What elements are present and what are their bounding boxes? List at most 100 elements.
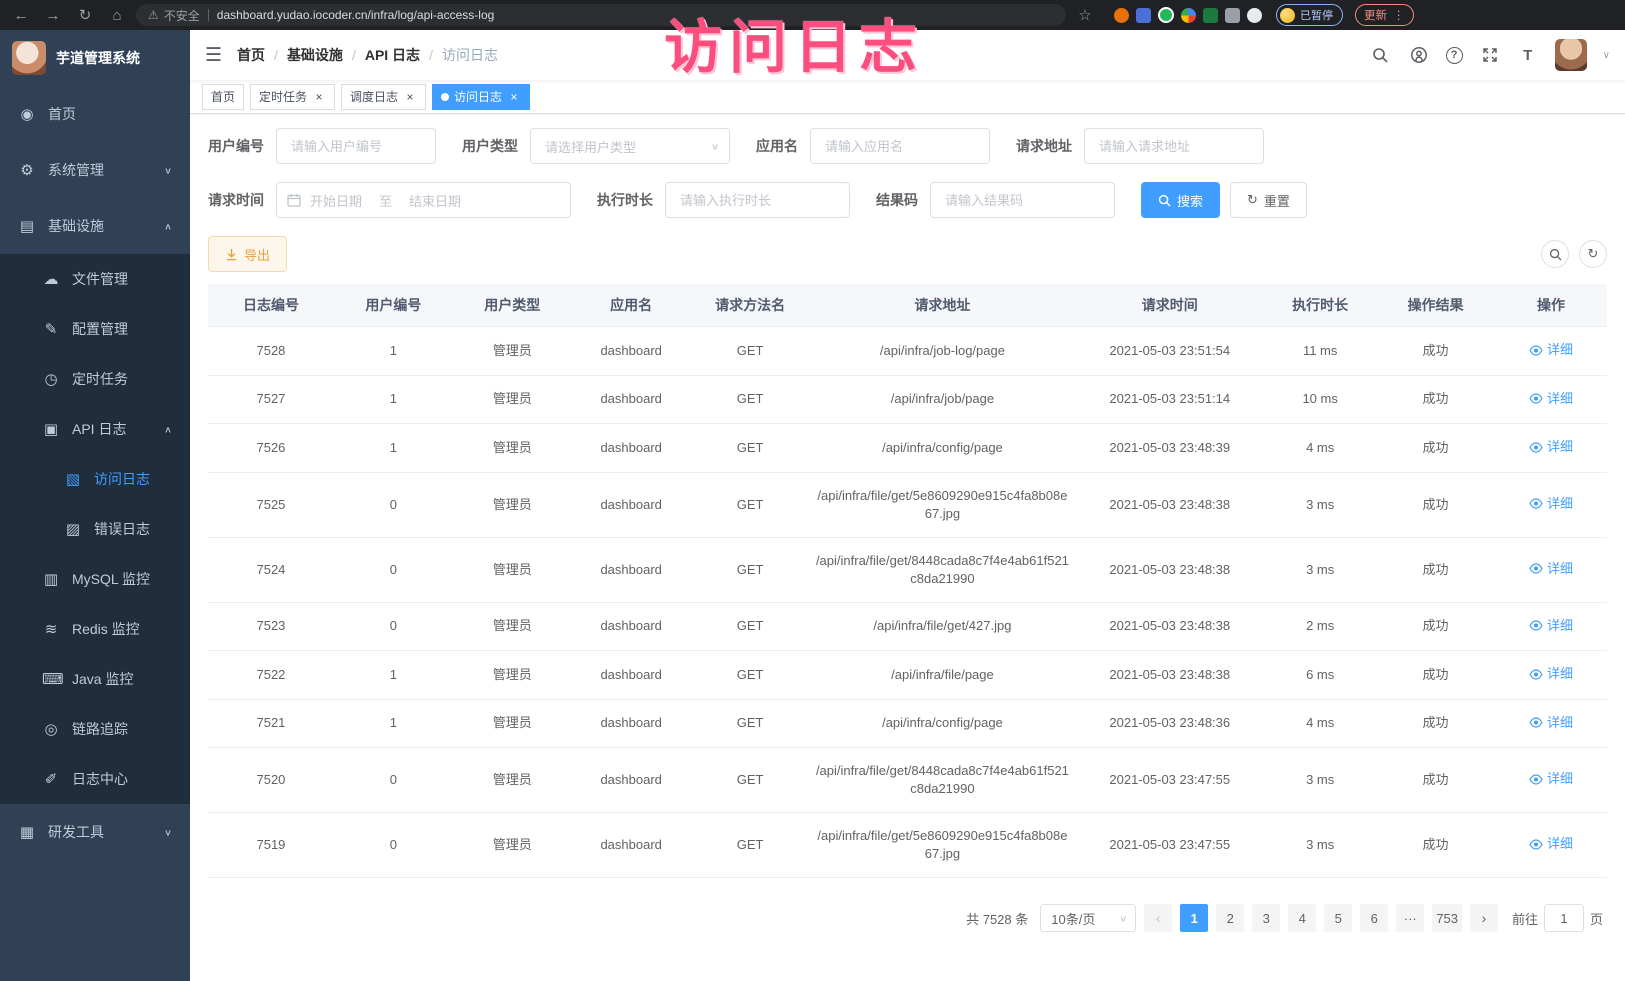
page-number-button[interactable]: ··· [1396,904,1424,932]
table-row: 7519 0 管理员 dashboard GET /api/infra/file… [208,813,1607,878]
extension-icon-green-circle[interactable] [1158,7,1174,23]
sidebar-item-label: 基础设施 [48,216,104,236]
sidebar-logo-row: 芋道管理系统 [0,30,190,86]
extension-icon-light[interactable] [1247,8,1262,23]
sidebar-menu-item[interactable]: ⚙ 系统管理 ∨ [0,142,190,198]
breadcrumb-item[interactable]: API 日志 [365,45,420,65]
cell-request-time: 2021-05-03 23:48:36 [1075,699,1264,748]
sidebar-menu-item[interactable]: ≋ Redis 监控 [0,604,190,654]
detail-link[interactable]: 详细 [1529,665,1573,683]
detail-link[interactable]: 详细 [1529,495,1573,513]
browser-reload-icon[interactable]: ↻ [72,4,98,26]
sidebar-item-label: 日志中心 [72,769,128,789]
security-warning[interactable]: ⚠ 不安全 [148,7,200,24]
bookmark-star-icon[interactable]: ☆ [1072,4,1098,26]
tracing-icon: ◎ [42,720,60,738]
page-number-button[interactable]: 2 [1216,904,1244,932]
tab-close-icon[interactable]: × [312,90,326,104]
sidebar-menu-item[interactable]: ▤ 基础设施 ∧ [0,198,190,254]
sidebar-menu-item[interactable]: ▧ 访问日志 [0,454,190,504]
page-size-select[interactable]: 10条/页 ∨ [1040,904,1136,932]
page-number-button[interactable]: 5 [1324,904,1352,932]
export-button[interactable]: 导出 [208,236,287,272]
sidebar-menu-item[interactable]: ▥ MySQL 监控 [0,554,190,604]
app-name-input[interactable] [810,128,990,164]
extension-icon-orange[interactable] [1114,8,1129,23]
view-tab[interactable]: 访问日志 × [432,84,530,110]
select-caret-icon: ∨ [1119,913,1127,923]
cell-duration: 3 ms [1264,748,1376,813]
page-number-button[interactable]: 753 [1432,904,1462,932]
view-tab[interactable]: 定时任务 × [250,84,335,110]
page-number-button[interactable]: 1 [1180,904,1208,932]
next-page-button[interactable]: › [1470,904,1498,932]
sidebar-menu-item[interactable]: ◉ 首页 [0,86,190,142]
breadcrumb-item[interactable]: 访问日志 [442,45,498,65]
sidebar-menu-item[interactable]: ▦ 研发工具 ∨ [0,804,190,860]
extension-icon-grey[interactable] [1225,8,1240,23]
sidebar-menu-item[interactable]: ☁ 文件管理 [0,254,190,304]
address-bar[interactable]: ⚠ 不安全 dashboard.yudao.iocoder.cn/infra/l… [136,4,1066,26]
cell-duration: 3 ms [1264,472,1376,537]
detail-link[interactable]: 详细 [1529,714,1573,732]
detail-link[interactable]: 详细 [1529,835,1573,853]
browser-back-icon[interactable]: ← [8,4,34,26]
sidebar-menu-item[interactable]: ▣ API 日志 ∧ [0,404,190,454]
request-url-input[interactable] [1084,128,1264,164]
duration-input[interactable] [665,182,850,218]
extension-icon-green-square[interactable] [1203,8,1218,23]
sidebar-menu-item[interactable]: ⌨ Java 监控 [0,654,190,704]
tab-close-icon[interactable]: × [507,90,521,104]
browser-profile-chip[interactable]: 已暂停 [1276,4,1343,26]
github-icon[interactable] [1408,44,1430,66]
user-avatar[interactable] [1555,39,1587,71]
refresh-table-button[interactable]: ↻ [1579,240,1607,268]
page-number-button[interactable]: 3 [1252,904,1280,932]
breadcrumb-item[interactable]: 基础设施 [287,45,343,65]
page-number-button[interactable]: 6 [1360,904,1388,932]
sidebar-menu-item[interactable]: ◎ 链路追踪 [0,704,190,754]
font-size-icon[interactable]: T [1517,44,1539,66]
cell-method: GET [691,375,810,424]
request-time-range-picker[interactable]: 开始日期 至 结束日期 [276,182,571,218]
view-tab[interactable]: 调度日志 × [341,84,426,110]
prev-page-button[interactable]: ‹ [1144,904,1172,932]
tab-close-icon[interactable]: × [403,90,417,104]
result-code-input[interactable] [930,182,1115,218]
table-header-cell: 请求时间 [1075,284,1264,327]
sidebar-menu-item[interactable]: ✎ 配置管理 [0,304,190,354]
fullscreen-icon[interactable] [1479,44,1501,66]
sidebar-menu-item[interactable]: ▨ 错误日志 [0,504,190,554]
page-number-button[interactable]: 4 [1288,904,1316,932]
detail-link[interactable]: 详细 [1529,617,1573,635]
detail-link[interactable]: 详细 [1529,770,1573,788]
browser-home-icon[interactable]: ⌂ [104,4,130,26]
sidebar-item-label: Redis 监控 [72,619,140,639]
search-button[interactable]: 搜索 [1141,182,1220,218]
toggle-search-icon-button[interactable] [1541,240,1569,268]
view-tab[interactable]: 首页 [202,84,244,110]
detail-link[interactable]: 详细 [1529,341,1573,359]
sidebar-menu-item[interactable]: ◷ 定时任务 [0,354,190,404]
avatar-caret-icon[interactable]: ∨ [1603,50,1610,61]
extension-icon-shield[interactable] [1136,8,1151,23]
sidebar-menu-item[interactable]: ✐ 日志中心 [0,754,190,804]
detail-link[interactable]: 详细 [1529,438,1573,456]
redis-monitor-icon: ≋ [42,620,60,638]
hamburger-icon[interactable]: ☰ [190,44,237,67]
user-id-input[interactable] [276,128,436,164]
reset-button[interactable]: ↻ 重置 [1230,182,1307,218]
detail-link[interactable]: 详细 [1529,390,1573,408]
browser-update-button[interactable]: 更新 ⋮ [1355,4,1414,26]
browser-forward-icon[interactable]: → [40,4,66,26]
search-icon[interactable] [1370,44,1392,66]
help-icon[interactable]: ? [1446,47,1463,64]
goto-page-input[interactable] [1544,904,1584,932]
breadcrumb-item[interactable]: 首页 [237,45,265,65]
table-row: 7522 1 管理员 dashboard GET /api/infra/file… [208,651,1607,700]
browser-menu-kebab-icon[interactable]: ⋮ [1393,8,1405,22]
user-type-select[interactable]: 请选择用户类型 ∨ [530,128,730,164]
cell-log-id: 7526 [208,424,334,473]
extension-icon-multicolor[interactable] [1181,8,1196,23]
detail-link[interactable]: 详细 [1529,560,1573,578]
